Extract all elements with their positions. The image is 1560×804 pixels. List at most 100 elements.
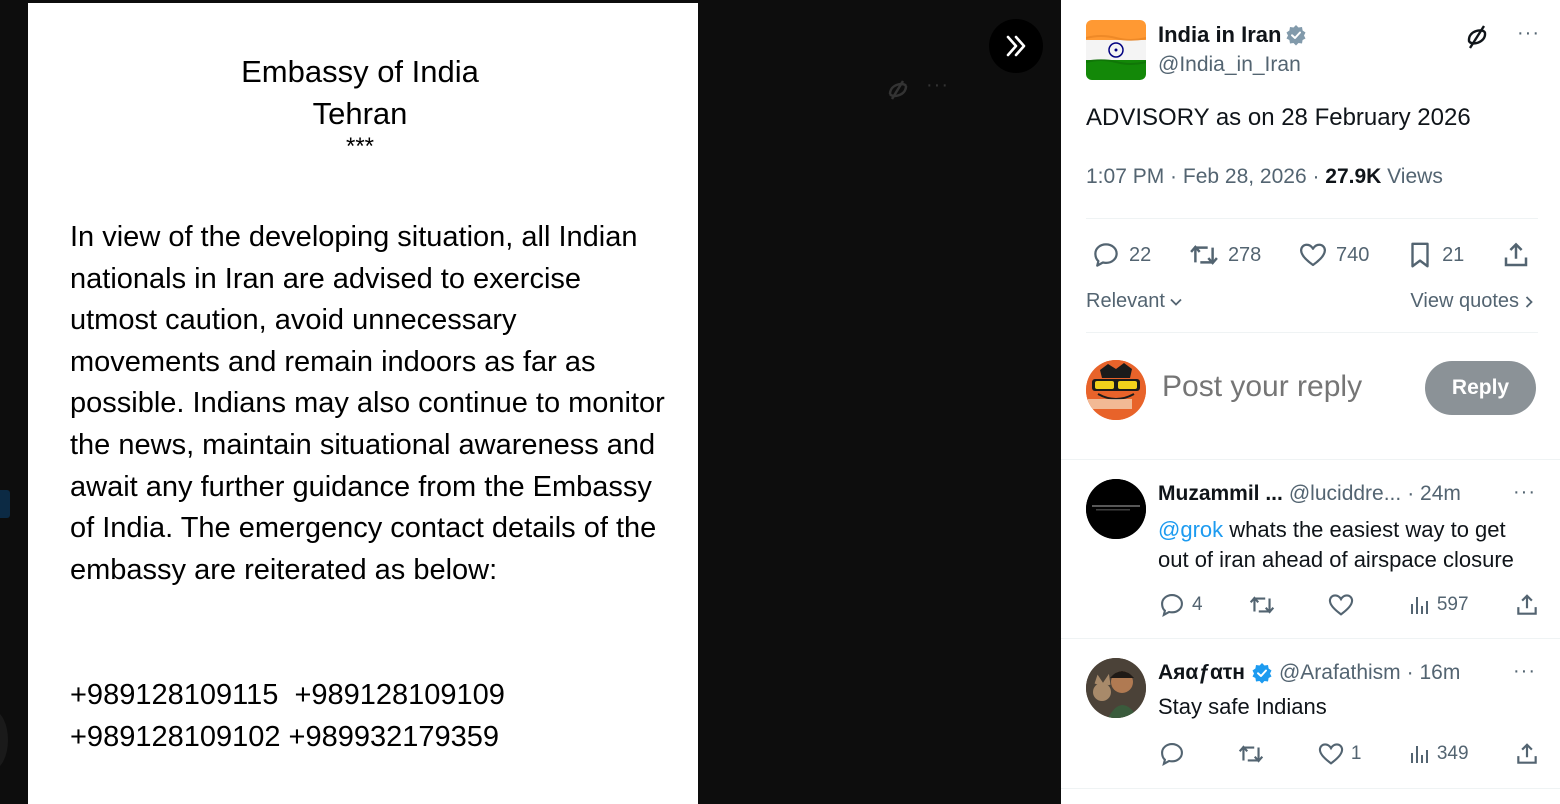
views-icon: [1410, 597, 1428, 614]
doc-phones: +989128109115 +989128109109 +989128109102…: [70, 675, 505, 758]
reply-icon: [1161, 743, 1183, 767]
phones-line-2: +989128109102 +989932179359: [70, 720, 500, 753]
reply-avatar[interactable]: [1086, 658, 1146, 718]
chevron-down-icon: [1170, 298, 1182, 306]
tweet-text: ADVISORY as on 28 February 2026: [1086, 104, 1471, 131]
reply-actions: 1 349: [1158, 740, 1540, 768]
reply-text: Stay safe Indians: [1158, 694, 1327, 719]
more-options-icon[interactable]: ···: [1513, 660, 1536, 683]
grok-icon[interactable]: [1464, 24, 1490, 55]
share-icon: [1504, 242, 1528, 267]
doc-header-line1: Embassy of India: [241, 54, 479, 89]
divider: [1061, 459, 1560, 460]
like-count: 740: [1336, 243, 1370, 266]
like-action[interactable]: [1327, 591, 1361, 619]
mention-link[interactable]: @grok: [1158, 517, 1223, 542]
repost-icon: [1239, 745, 1264, 763]
reply-header: Aяαƒατн @Arafathism · 16m: [1158, 661, 1518, 685]
views-icon: [1410, 746, 1428, 763]
reply-count: 22: [1129, 243, 1152, 266]
tweet-views-label: Views: [1381, 165, 1443, 188]
reply-icon: [1094, 243, 1118, 267]
reply-icon: [1161, 594, 1183, 618]
views-count: 597: [1436, 594, 1469, 615]
tweet-actions: 22 278 740 21: [1091, 237, 1531, 273]
share-icon: [1517, 594, 1537, 615]
reply-author-handle[interactable]: @Arafathism: [1279, 661, 1401, 685]
reply-action[interactable]: 22: [1091, 240, 1151, 270]
repost-action[interactable]: [1248, 592, 1282, 618]
repost-action[interactable]: 278: [1188, 240, 1261, 270]
reply-button[interactable]: Reply: [1425, 361, 1536, 415]
background-more-icon: ···: [926, 74, 949, 96]
divider: [1086, 332, 1538, 333]
relevant-sort-dropdown[interactable]: Relevant: [1086, 290, 1183, 313]
reply-text: @grok whats the easiest way to get out o…: [1158, 515, 1538, 575]
reply-time[interactable]: · 16m: [1407, 661, 1461, 685]
background-blob: [0, 710, 8, 770]
divider: [1061, 788, 1560, 789]
reply-header: Muzammil ... @luciddre... · 24m: [1158, 482, 1518, 506]
advisory-image: Embassy of India Tehran *** In view of t…: [28, 3, 698, 804]
reply-time[interactable]: · 24m: [1407, 482, 1461, 506]
doc-stars: ***: [345, 133, 375, 160]
repost-icon: [1249, 596, 1275, 614]
reply-author-name[interactable]: Aяαƒατн: [1158, 661, 1245, 685]
my-avatar[interactable]: [1086, 360, 1146, 420]
heart-icon: [1300, 243, 1326, 267]
phones-line-1: +989128109115 +989128109109: [70, 679, 505, 711]
app-root: Embassy of India Tehran *** In view of t…: [0, 0, 1560, 804]
author-name[interactable]: India in Iran: [1158, 22, 1307, 48]
reply-count: 4: [1192, 594, 1203, 615]
more-options-icon[interactable]: ···: [1513, 481, 1536, 504]
tweet-panel: India in Iran @India_in_Iran ··· ADVISOR…: [1061, 0, 1560, 804]
heart-icon: [1329, 594, 1354, 616]
share-action[interactable]: [1501, 240, 1531, 270]
heart-icon: [1318, 743, 1343, 765]
repost-action[interactable]: [1237, 741, 1271, 767]
more-options-icon[interactable]: ···: [1517, 22, 1540, 45]
share-action[interactable]: [1514, 741, 1540, 767]
bookmark-count: 21: [1442, 243, 1465, 266]
sort-row: Relevant View quotes: [1086, 290, 1535, 313]
tweet-views-count: 27.9K: [1325, 165, 1382, 188]
author-name-text: India in Iran: [1158, 22, 1282, 47]
share-icon: [1517, 743, 1537, 764]
author-avatar[interactable]: [1086, 20, 1146, 80]
like-action[interactable]: 1: [1317, 740, 1362, 768]
like-count: 1: [1350, 743, 1362, 764]
verified-badge-icon: [1286, 25, 1306, 46]
reply-composer: Reply: [1086, 360, 1536, 420]
verified-badge-icon: [1252, 663, 1272, 684]
divider: [1061, 638, 1560, 639]
tweet-meta: 1:07 PM · Feb 28, 2026 · 27.9K Views: [1086, 165, 1443, 189]
reply-action[interactable]: [1158, 740, 1192, 768]
doc-body: In view of the developing situation, all…: [70, 221, 665, 586]
author-handle[interactable]: @India_in_Iran: [1158, 53, 1301, 77]
background-tab-edge: [0, 490, 10, 518]
relevant-label: Relevant: [1086, 290, 1165, 312]
bookmark-icon: [1411, 242, 1429, 268]
divider: [1086, 218, 1538, 219]
chevron-right-icon: [1525, 295, 1533, 308]
views-action[interactable]: 597: [1407, 593, 1469, 617]
bookmark-action[interactable]: 21: [1406, 240, 1464, 270]
repost-count: 278: [1227, 243, 1262, 266]
double-chevron-right-icon: [1006, 35, 1026, 57]
like-action[interactable]: 740: [1298, 240, 1369, 270]
reply-input[interactable]: [1162, 370, 1412, 404]
expand-panel-button[interactable]: [989, 19, 1043, 73]
tweet-time[interactable]: 1:07 PM · Feb 28, 2026 ·: [1086, 165, 1325, 188]
reply-avatar[interactable]: [1086, 479, 1146, 539]
reply-action[interactable]: 4: [1158, 591, 1203, 619]
reply-author-name[interactable]: Muzammil ...: [1158, 482, 1283, 506]
doc-header-line2: Tehran: [312, 96, 408, 131]
view-quotes-link[interactable]: View quotes: [1410, 290, 1535, 313]
views-count: 349: [1436, 743, 1469, 764]
share-action[interactable]: [1514, 592, 1540, 618]
tweet-header: India in Iran @India_in_Iran ···: [1086, 20, 1540, 80]
repost-icon: [1190, 245, 1218, 265]
reply-author-handle[interactable]: @luciddre...: [1289, 482, 1401, 506]
views-action[interactable]: 349: [1407, 742, 1469, 766]
media-viewer: Embassy of India Tehran *** In view of t…: [0, 0, 1061, 804]
